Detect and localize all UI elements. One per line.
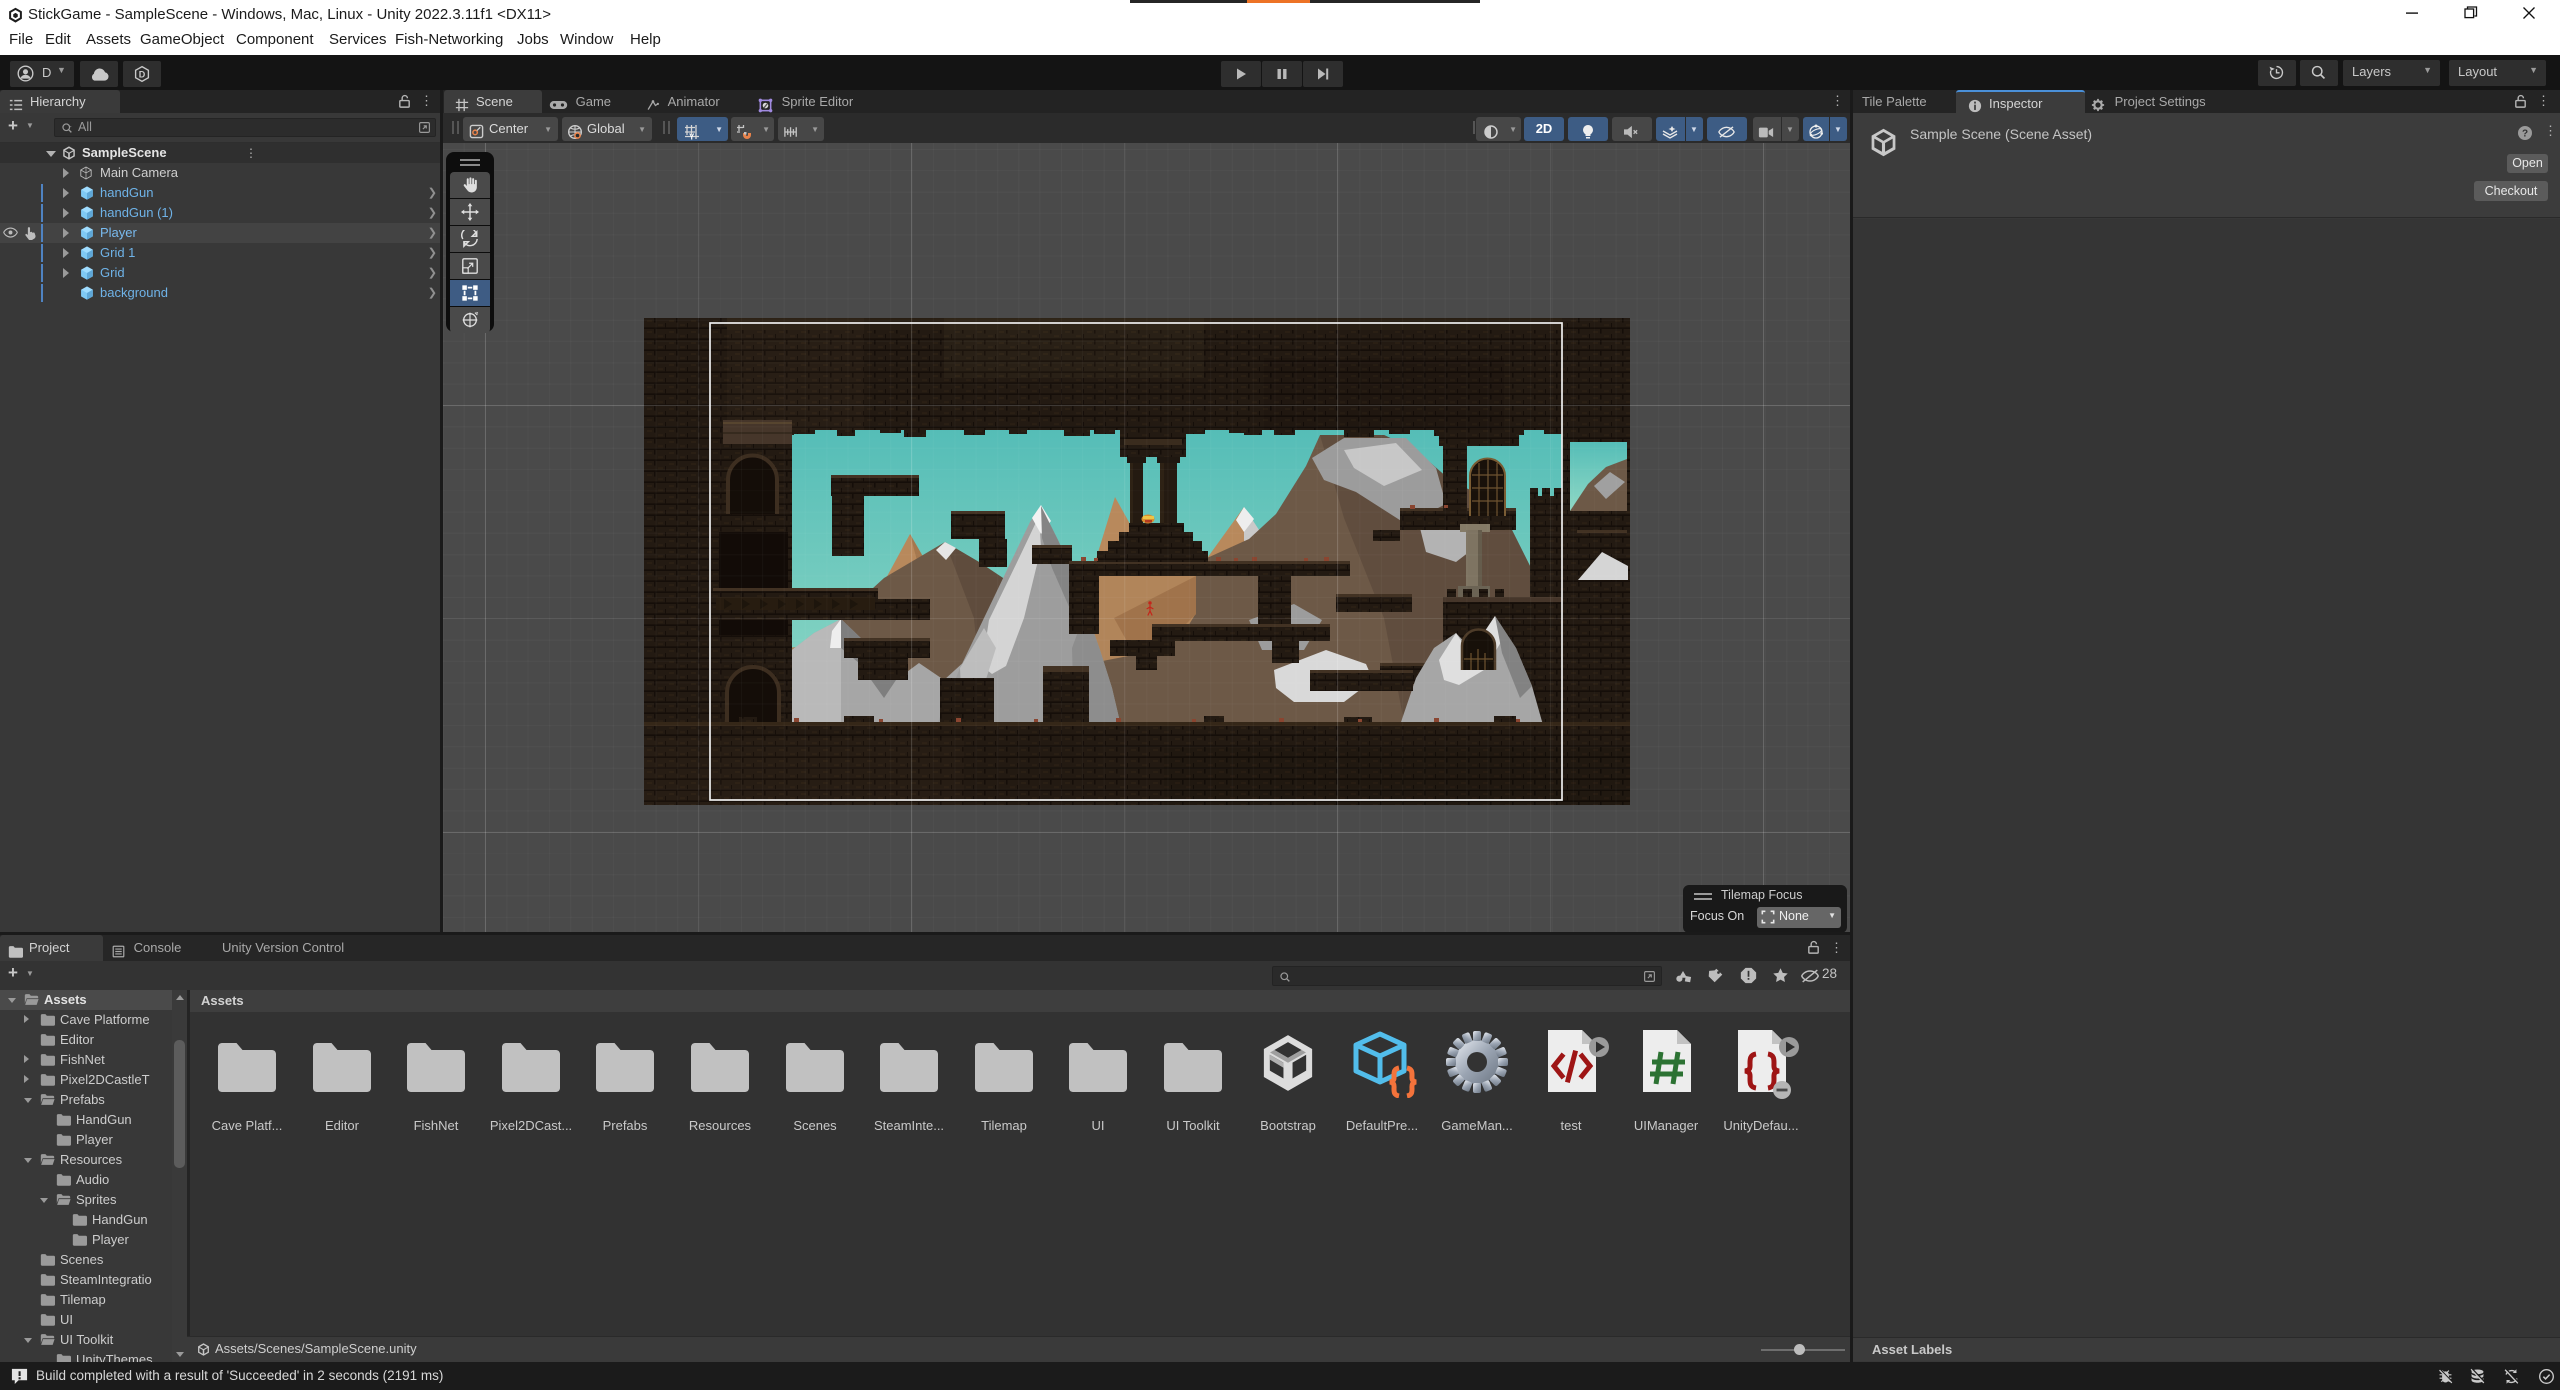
svg-text:Y: Y <box>689 132 695 140</box>
svg-text:?: ? <box>2522 129 2528 140</box>
svg-text:D: D <box>139 70 146 80</box>
